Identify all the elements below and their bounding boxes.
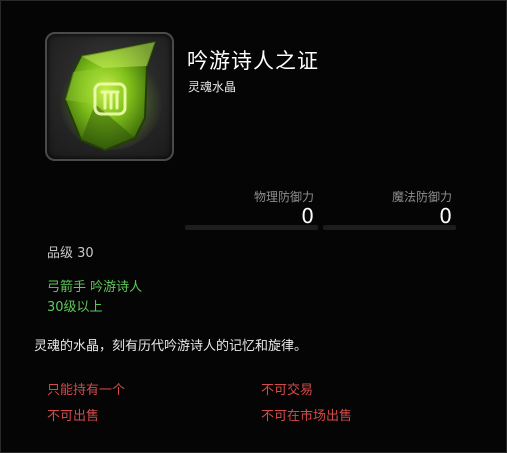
restriction-no-sell: 不可出售 [47, 409, 100, 424]
item-type: 灵魂水晶 [188, 80, 237, 94]
restriction-no-trade: 不可交易 [261, 383, 314, 398]
item-tooltip: 吟游诗人之证 灵魂水晶 物理防御力 0 魔法防御力 0 品级 30 弓箭手 吟游… [0, 0, 507, 453]
restriction-unique: 只能持有一个 [47, 383, 126, 398]
physical-defense-label: 物理防御力 [253, 190, 314, 204]
restriction-no-market: 不可在市场出售 [261, 409, 353, 424]
required-class: 弓箭手 吟游诗人 [47, 280, 143, 295]
item-name: 吟游诗人之证 [187, 49, 319, 73]
magic-defense-label: 魔法防御力 [391, 190, 452, 204]
physical-defense-stat: 物理防御力 0 [185, 188, 318, 232]
magic-defense-bar [323, 225, 456, 230]
physical-defense-bar [185, 225, 318, 230]
required-level: 30级以上 [47, 300, 103, 315]
magic-defense-stat: 魔法防御力 0 [323, 188, 456, 232]
item-icon-frame [45, 32, 174, 161]
green-soul-crystal-icon [59, 40, 163, 152]
item-description: 灵魂的水晶，刻有历代吟游诗人的记忆和旋律。 [34, 339, 308, 354]
item-grade: 品级 30 [47, 246, 94, 261]
